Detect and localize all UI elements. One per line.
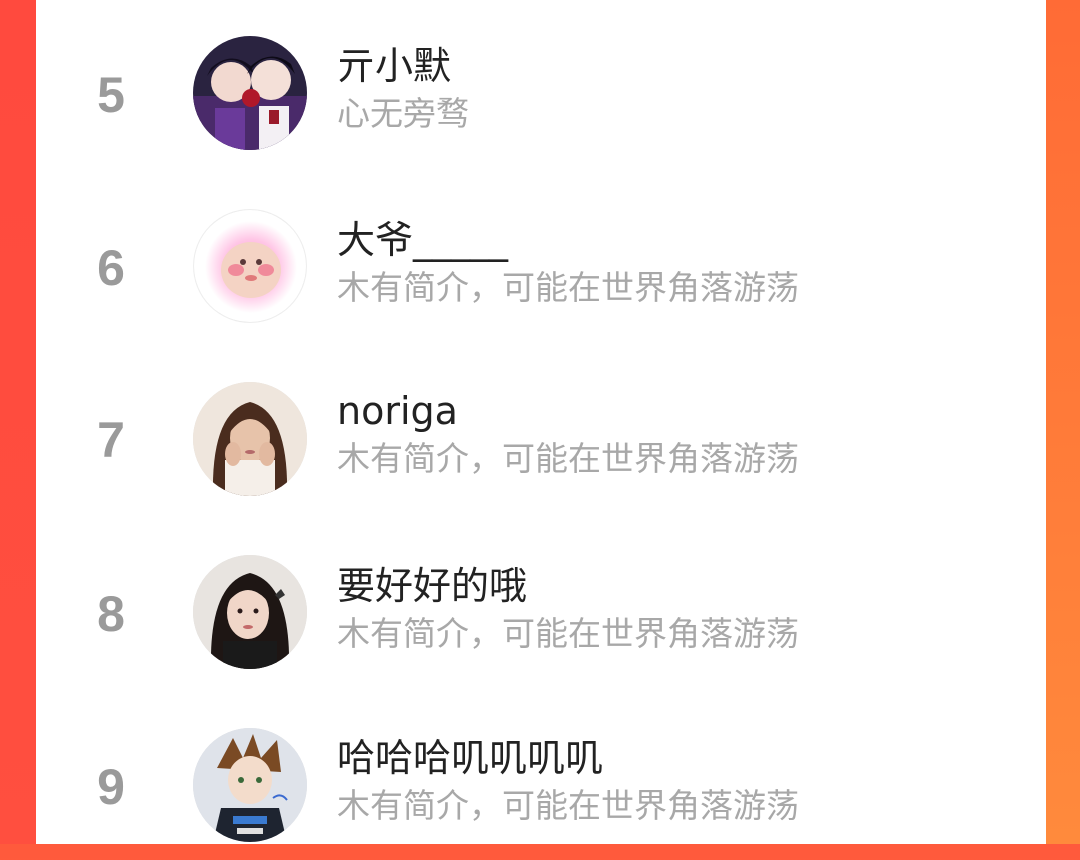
user-bio: 木有简介，可能在世界角落游荡 bbox=[337, 614, 799, 653]
ranking-row[interactable]: 9 哈哈哈叽叽叽叽 木有简介，可能在世界角落游荡 bbox=[36, 710, 1046, 860]
rank-number: 6 bbox=[97, 240, 125, 296]
anime-racer-avatar[interactable] bbox=[193, 728, 307, 842]
left-gradient-border bbox=[0, 0, 36, 844]
user-name: 亓小默 bbox=[337, 44, 452, 88]
user-bio: 心无旁骛 bbox=[337, 94, 469, 133]
pink-blob-avatar[interactable] bbox=[193, 209, 307, 323]
rank-number: 9 bbox=[97, 759, 125, 815]
user-name: 大爷_____ bbox=[337, 218, 509, 262]
user-name: noriga bbox=[337, 389, 458, 433]
girl-portrait-avatar[interactable] bbox=[193, 555, 307, 669]
user-bio: 木有简介，可能在世界角落游荡 bbox=[337, 786, 799, 825]
right-gradient-border bbox=[1046, 0, 1080, 844]
anime-couple-avatar[interactable] bbox=[193, 36, 307, 150]
rank-number: 7 bbox=[97, 412, 125, 468]
ranking-row[interactable]: 6 大爷_____ 木有简介，可能在世界角落游荡 bbox=[36, 192, 1046, 342]
rank-number: 5 bbox=[97, 67, 125, 123]
woman-portrait-avatar[interactable] bbox=[193, 382, 307, 496]
user-bio: 木有简介，可能在世界角落游荡 bbox=[337, 268, 799, 307]
user-name: 要好好的哦 bbox=[337, 564, 528, 608]
ranking-row[interactable]: 8 要好好的哦 木有简介，可能在世界角落游荡 bbox=[36, 538, 1046, 688]
ranking-row[interactable]: 7 noriga 木有简介，可能在世界角落游荡 bbox=[36, 365, 1046, 515]
rank-number: 8 bbox=[97, 586, 125, 642]
user-name: 哈哈哈叽叽叽叽 bbox=[337, 736, 604, 780]
ranking-row[interactable]: 5 亓小默 心无旁骛 bbox=[36, 20, 1046, 170]
user-bio: 木有简介，可能在世界角落游荡 bbox=[337, 439, 799, 478]
ranking-list: 5 亓小默 心无旁骛 6 大爷_____ 木有简介，可能在世界角落游荡 7 no… bbox=[36, 0, 1046, 844]
